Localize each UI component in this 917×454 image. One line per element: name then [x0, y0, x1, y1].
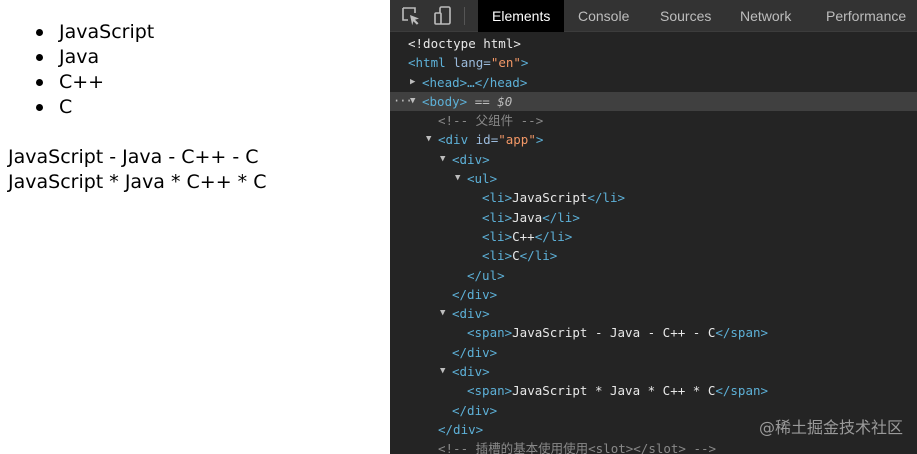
dom-node-div-close[interactable]: </div> [390, 285, 917, 304]
div-tag: <div> [452, 151, 490, 167]
div-close-tag: </div> [452, 402, 498, 418]
ul-close-tag: </ul> [467, 267, 505, 283]
div-tag: <div [438, 132, 469, 148]
dom-node-div-app[interactable]: ▼ <div id="app"> [390, 130, 917, 149]
devtools-panel: Elements Console Sources Network Perform… [390, 0, 917, 454]
dom-node-span[interactable]: <span>JavaScript * Java * C++ * C</span> [390, 381, 917, 400]
language-list: JavaScript Java C++ C [36, 20, 154, 120]
dom-tree: <!doctype html> <html lang="en"> ▶ <head… [390, 34, 917, 454]
tab-sources[interactable]: Sources [660, 0, 711, 32]
list-item: C [36, 95, 154, 120]
tab-elements[interactable]: Elements [478, 0, 565, 32]
joined-text-star: JavaScript * Java * C++ * C [8, 171, 267, 193]
body-tag: <body> [422, 93, 468, 109]
div-close-tag: </div> [452, 286, 498, 302]
dom-node-ul-close[interactable]: </ul> [390, 266, 917, 285]
dom-node-head[interactable]: ▶ <head>…</head> [390, 73, 917, 92]
li-text: JavaScript [512, 190, 588, 206]
dom-node-div-close[interactable]: </div> [390, 343, 917, 362]
dom-node-li[interactable]: <li>JavaScript</li> [390, 188, 917, 207]
toolbar-divider [464, 7, 465, 25]
collapse-triangle-icon[interactable]: ▼ [440, 304, 445, 323]
dom-node-li[interactable]: <li>Java</li> [390, 208, 917, 227]
div-attr-name: id [475, 132, 491, 148]
div-attr-value: "app" [498, 132, 536, 148]
comment-text: <!-- 父组件 --> [438, 113, 544, 129]
dom-node-li[interactable]: <li>C</li> [390, 246, 917, 265]
collapse-triangle-icon[interactable]: ▼ [426, 130, 431, 149]
inspect-element-icon[interactable] [400, 5, 422, 27]
tab-console[interactable]: Console [578, 0, 629, 32]
dom-node-li[interactable]: <li>C++</li> [390, 227, 917, 246]
list-item: Java [36, 45, 154, 70]
watermark: @稀土掘金技术社区 [758, 418, 903, 437]
div-close-tag: </div> [452, 344, 498, 360]
dom-node-div[interactable]: ▼ <div> [390, 362, 917, 381]
li-text: C [512, 248, 520, 264]
list-item: JavaScript [36, 20, 154, 45]
comment-text: <!-- 插槽的基本使用使用<slot></slot> --> [438, 441, 717, 454]
head-tag: <head>…</head> [422, 74, 528, 90]
dom-node-div[interactable]: ▼ <div> [390, 150, 917, 169]
dom-node-comment[interactable]: <!-- 父组件 --> [390, 111, 917, 130]
ul-tag: <ul> [467, 171, 498, 187]
div-close-tag: </div> [438, 421, 484, 437]
dom-node-span[interactable]: <span>JavaScript - Java - C++ - C</span> [390, 323, 917, 342]
html-attr-value: "en" [490, 55, 521, 71]
rendered-page: JavaScript Java C++ C JavaScript - Java … [0, 0, 390, 454]
tab-network[interactable]: Network [740, 0, 791, 32]
dom-node-html[interactable]: <html lang="en"> [390, 53, 917, 72]
html-tag: <html [408, 55, 446, 71]
expand-triangle-icon[interactable]: ▶ [410, 73, 415, 92]
span-text: JavaScript - Java - C++ - C [512, 325, 716, 341]
collapse-triangle-icon[interactable]: ▼ [440, 150, 445, 169]
more-options-icon[interactable]: ··· [393, 92, 413, 111]
dom-node-comment[interactable]: <!-- 插槽的基本使用使用<slot></slot> --> [390, 439, 917, 454]
collapse-triangle-icon[interactable]: ▼ [455, 169, 460, 188]
html-attr-name: lang [453, 55, 484, 71]
doctype-text: <!doctype html> [408, 36, 521, 51]
span-text: JavaScript * Java * C++ * C [512, 383, 716, 399]
list-item: C++ [36, 70, 154, 95]
device-toolbar-icon[interactable] [432, 5, 454, 27]
div-tag: <div> [452, 364, 490, 380]
tab-performance[interactable]: Performance [826, 0, 906, 32]
joined-text-dash: JavaScript - Java - C++ - C [8, 146, 259, 168]
devtools-toolbar: Elements Console Sources Network Perform… [390, 0, 917, 32]
dom-node-body[interactable]: ··· ▼ <body> == $0 [390, 91, 917, 112]
collapse-triangle-icon[interactable]: ▼ [410, 92, 415, 111]
dom-node-doctype[interactable]: <!doctype html> [390, 34, 917, 53]
li-text: Java [512, 209, 543, 225]
div-tag: <div> [452, 306, 490, 322]
li-text: C++ [512, 228, 535, 244]
dom-node-div[interactable]: ▼ <div> [390, 304, 917, 323]
dom-node-ul[interactable]: ▼ <ul> [390, 169, 917, 188]
selected-marker: == $0 [474, 93, 513, 109]
collapse-triangle-icon[interactable]: ▼ [440, 362, 445, 381]
